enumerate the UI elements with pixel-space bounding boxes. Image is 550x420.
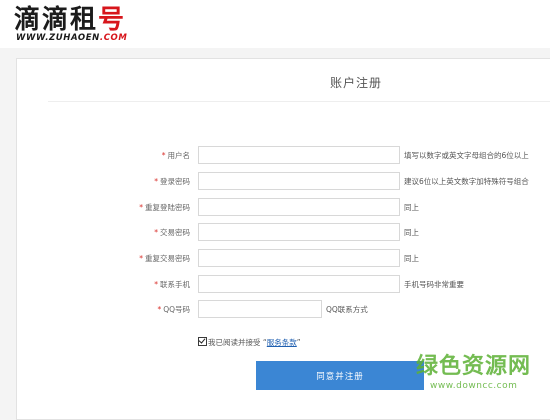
required-mark: * <box>161 151 166 160</box>
confirm-login-password-label: * 重复登陆密码 <box>139 203 190 212</box>
username-input[interactable] <box>198 146 400 164</box>
terms-checkbox[interactable] <box>198 337 207 346</box>
field-row-login-password: * 登录密码 建议6位以上英文数字加特殊符号组合 <box>0 172 550 192</box>
username-hint: 填写以数字或英文字母组合的6位以上 <box>404 151 529 160</box>
username-label: * 用户名 <box>161 151 190 160</box>
field-row-confirm-trade-password: * 重复交易密码 同上 <box>0 249 550 269</box>
login-password-input[interactable] <box>198 172 400 190</box>
field-row-confirm-login-password: * 重复登陆密码 同上 <box>0 198 550 218</box>
login-password-hint: 建议6位以上英文数字加特殊符号组合 <box>404 177 529 186</box>
trade-password-hint: 同上 <box>404 228 419 237</box>
field-row-phone: * 联系手机 手机号码非常重要 <box>0 275 550 295</box>
terms-link[interactable]: 服务条款 <box>267 338 297 347</box>
required-mark: * <box>157 305 162 314</box>
watermark-en: www.downcc.com <box>430 381 518 391</box>
trade-password-label: * 交易密码 <box>154 228 190 237</box>
terms-text-tail: ” <box>296 338 301 347</box>
phone-input[interactable] <box>198 275 400 293</box>
logo-cn-text: 滴滴租号 <box>14 5 127 35</box>
watermark-cn: 绿色资源网 <box>416 354 532 379</box>
field-row-qq: * QQ号码 QQ联系方式 <box>0 300 550 320</box>
confirm-trade-password-label: * 重复交易密码 <box>139 254 190 263</box>
phone-hint: 手机号码非常重要 <box>404 280 464 289</box>
confirm-trade-password-hint: 同上 <box>404 254 419 263</box>
qq-input[interactable] <box>198 300 322 318</box>
qq-hint: QQ联系方式 <box>326 305 368 314</box>
qq-label: * QQ号码 <box>157 305 190 314</box>
page-title: 账户注册 <box>330 76 383 90</box>
site-logo[interactable]: 滴滴租号 WWW.ZUHAOEN.COM <box>14 6 144 44</box>
phone-label: * 联系手机 <box>154 280 190 289</box>
required-mark: * <box>154 177 158 186</box>
watermark: 绿色资源网 www.downcc.com <box>412 354 542 394</box>
top-bar: 滴滴租号 WWW.ZUHAOEN.COM <box>0 0 550 48</box>
required-mark: * <box>139 203 143 212</box>
agree-and-register-button[interactable]: 同意并注册 <box>256 361 424 390</box>
field-row-username: * 用户名 填写以数字或英文字母组合的6位以上 <box>0 146 550 166</box>
required-mark: * <box>154 280 158 289</box>
title-divider <box>48 101 550 102</box>
logo-en-text: WWW.ZUHAOEN.COM <box>16 33 128 43</box>
required-mark: * <box>139 254 143 263</box>
login-password-label: * 登录密码 <box>154 177 190 186</box>
terms-agreement: 我已阅读并接受 “服务条款” <box>198 336 301 350</box>
confirm-login-password-hint: 同上 <box>404 203 419 212</box>
field-row-trade-password: * 交易密码 同上 <box>0 223 550 243</box>
required-mark: * <box>154 228 158 237</box>
terms-text: 我已阅读并接受 “ <box>208 338 267 347</box>
confirm-login-password-input[interactable] <box>198 198 400 216</box>
trade-password-input[interactable] <box>198 223 400 241</box>
confirm-trade-password-input[interactable] <box>198 249 400 267</box>
